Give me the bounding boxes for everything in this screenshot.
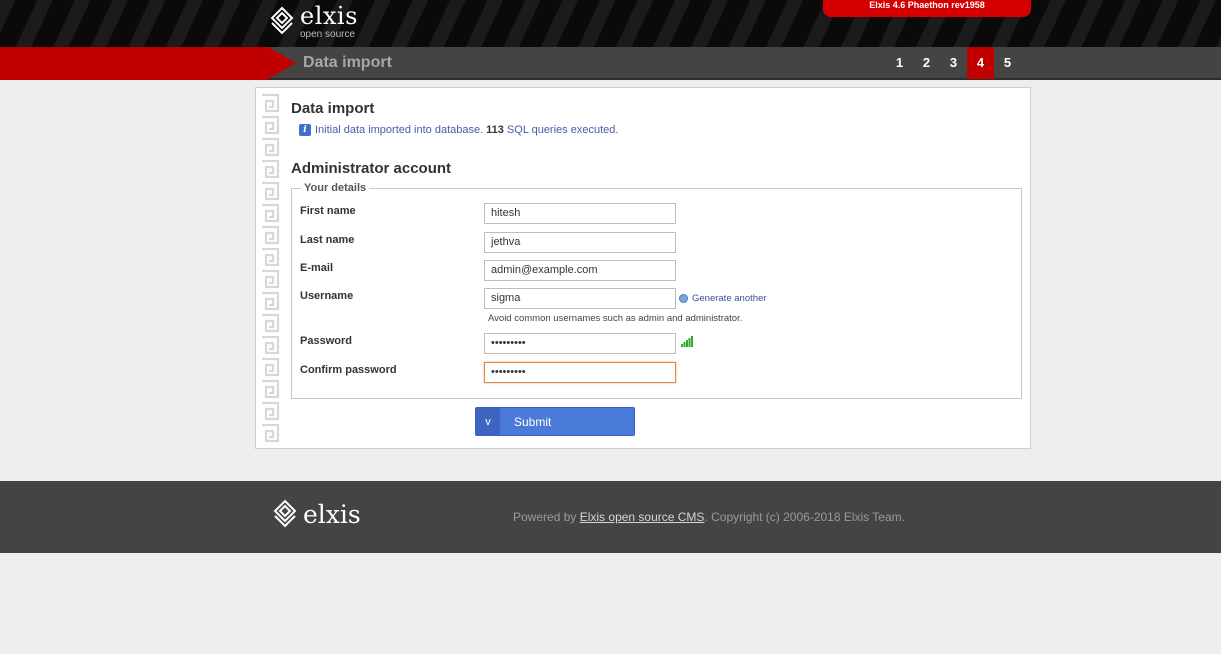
confirm-password-input[interactable]: •••••••••: [484, 362, 676, 383]
submit-label: Submit: [514, 414, 552, 429]
footer-logo-name: elxis: [303, 499, 361, 529]
copyright-text: . Copyright (c) 2006-2018 Elxis Team.: [704, 510, 905, 524]
footer-logo: elxis: [273, 499, 361, 529]
site-footer: elxis Powered by Elxis open source CMS. …: [0, 481, 1221, 553]
powered-by-prefix: Powered by: [513, 510, 577, 524]
password-strength-icon: [681, 336, 693, 347]
confirm-password-label: Confirm password: [300, 364, 397, 376]
elxis-logo-icon: [270, 6, 294, 35]
generate-username-link[interactable]: Generate another: [679, 293, 766, 304]
generate-username-label: Generate another: [692, 293, 767, 304]
logo-subtitle: open source: [300, 29, 356, 40]
install-panel: Data import i Initial data imported into…: [255, 87, 1031, 449]
step-bar: Data import 1 2 3 4 5: [0, 47, 1221, 80]
elxis-cms-link[interactable]: Elxis open source CMS: [580, 510, 705, 524]
your-details-fieldset: Your details First name hitesh Last name…: [291, 182, 1022, 399]
chevron-down-icon: v: [476, 408, 500, 435]
site-header: elxis open source Elxis 4.6 Phaethon rev…: [0, 0, 1221, 47]
email-input[interactable]: admin@example.com: [484, 260, 676, 281]
step-list: 1 2 3 4 5: [886, 47, 1021, 79]
step-bar-accent: [0, 47, 268, 80]
elxis-logo-icon: [273, 499, 297, 528]
step-3: 3: [949, 55, 958, 70]
username-input[interactable]: sigma: [484, 288, 676, 309]
step-4-active: 4: [967, 47, 994, 79]
data-import-title: Data import: [291, 100, 375, 117]
username-hint: Avoid common usernames such as admin and…: [488, 313, 743, 324]
info-text-suffix: SQL queries executed.: [506, 124, 619, 136]
query-count: 113: [486, 124, 504, 136]
step-5: 5: [1003, 55, 1012, 70]
step-title: Data import: [303, 54, 392, 71]
logo-name: elxis: [300, 2, 358, 30]
version-badge: Elxis 4.6 Phaethon rev1958: [823, 0, 1031, 17]
footer-copyright: Powered by Elxis open source CMS. Copyri…: [513, 510, 905, 524]
submit-button[interactable]: v Submit: [475, 407, 635, 436]
greek-key-border: [259, 92, 281, 446]
info-icon: i: [299, 124, 311, 136]
first-name-label: First name: [300, 205, 356, 217]
last-name-label: Last name: [300, 234, 355, 246]
email-label: E-mail: [300, 262, 334, 274]
password-label: Password: [300, 335, 352, 347]
first-name-input[interactable]: hitesh: [484, 203, 676, 224]
password-input[interactable]: •••••••••: [484, 333, 676, 354]
import-info-message: i Initial data imported into database. 1…: [299, 124, 618, 136]
username-label: Username: [300, 290, 354, 302]
step-1: 1: [895, 55, 904, 70]
admin-account-title: Administrator account: [291, 160, 452, 177]
step-2: 2: [922, 55, 931, 70]
last-name-input[interactable]: jethva: [484, 232, 676, 253]
refresh-icon: [679, 294, 688, 303]
fieldset-legend: Your details: [301, 182, 370, 194]
elxis-logo[interactable]: elxis open source: [270, 4, 358, 40]
step-bar-arrow: [268, 47, 296, 79]
info-text-prefix: Initial data imported into database.: [315, 124, 484, 136]
